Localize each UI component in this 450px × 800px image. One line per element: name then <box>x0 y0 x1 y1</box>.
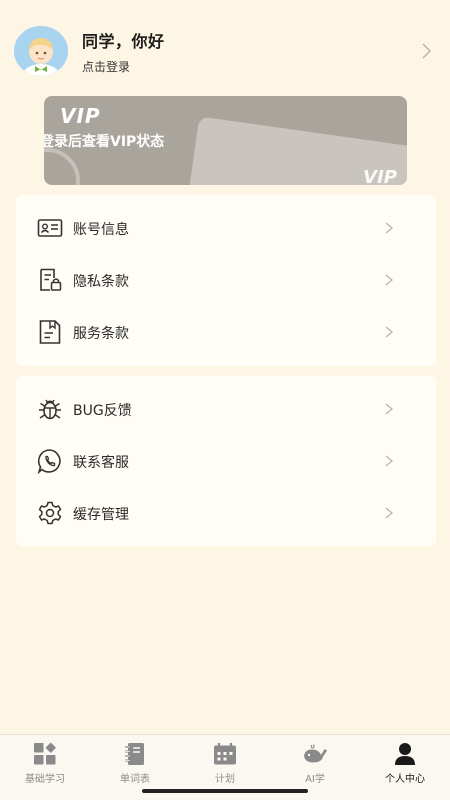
menu-item-account-info[interactable]: 账号信息 <box>16 208 436 248</box>
decorative-ring <box>44 148 80 185</box>
menu-item-label: 联系客服 <box>73 455 129 471</box>
notebook-icon <box>125 743 144 765</box>
tab-word-list[interactable]: 单词表 <box>90 739 180 787</box>
gear-icon <box>38 501 62 525</box>
grid-icon <box>34 742 57 765</box>
menu-item-label: 服务条款 <box>73 326 129 342</box>
menu-item-bug-feedback[interactable]: BUG反馈 <box>16 389 436 429</box>
chevron-right-icon <box>385 222 394 234</box>
menu-item-privacy-terms[interactable]: 隐私条款 <box>16 260 436 300</box>
greeting-text: 同学，你好 <box>82 31 165 51</box>
vip-corner-logo: VIP <box>363 167 397 185</box>
tab-ai-learn[interactable]: AI学 <box>270 739 360 787</box>
tab-label: 个人中心 <box>385 774 425 785</box>
person-icon <box>395 743 415 765</box>
document-icon <box>39 320 61 344</box>
tab-basic-learning[interactable]: 基础学习 <box>0 739 90 787</box>
profile-header[interactable]: 同学，你好 点击登录 <box>14 24 436 78</box>
chevron-right-icon <box>422 43 432 59</box>
menu-item-contact-service[interactable]: 联系客服 <box>16 441 436 481</box>
whale-icon <box>304 744 327 763</box>
menu-item-service-terms[interactable]: 服务条款 <box>16 312 436 352</box>
chevron-right-icon <box>385 274 394 286</box>
menu-item-label: 账号信息 <box>73 222 129 238</box>
menu-group-support: BUG反馈 联系客服 缓存管理 <box>16 376 436 546</box>
privacy-lock-icon <box>40 268 62 291</box>
home-indicator <box>142 789 308 793</box>
tab-label: 单词表 <box>120 774 150 785</box>
menu-item-cache-management[interactable]: 缓存管理 <box>16 493 436 533</box>
menu-item-label: 隐私条款 <box>73 274 129 290</box>
chevron-right-icon <box>385 507 394 519</box>
chevron-right-icon <box>385 455 394 467</box>
vip-logo: VIP <box>60 104 101 128</box>
tab-label: 基础学习 <box>25 774 65 785</box>
menu-group-account: 账号信息 隐私条款 服务条款 <box>16 195 436 366</box>
vip-card[interactable]: VIP 登录后查看VIP状态 VIP <box>44 96 407 185</box>
vip-status-text: 登录后查看VIP状态 <box>44 134 165 150</box>
phone-icon <box>37 449 61 474</box>
tab-personal-center[interactable]: 个人中心 <box>360 739 450 787</box>
avatar[interactable] <box>14 26 68 76</box>
chevron-right-icon <box>385 403 394 415</box>
tab-label: 计划 <box>215 774 235 785</box>
id-card-icon <box>37 219 63 237</box>
menu-item-label: BUG反馈 <box>73 403 132 419</box>
calendar-icon <box>214 743 236 765</box>
tab-label: AI学 <box>305 774 325 785</box>
tab-plan[interactable]: 计划 <box>180 739 270 787</box>
menu-item-label: 缓存管理 <box>73 507 129 523</box>
chevron-right-icon <box>385 326 394 338</box>
bug-icon <box>39 399 61 420</box>
login-link[interactable]: 点击登录 <box>82 58 416 75</box>
profile-text: 同学，你好 点击登录 <box>82 28 416 75</box>
